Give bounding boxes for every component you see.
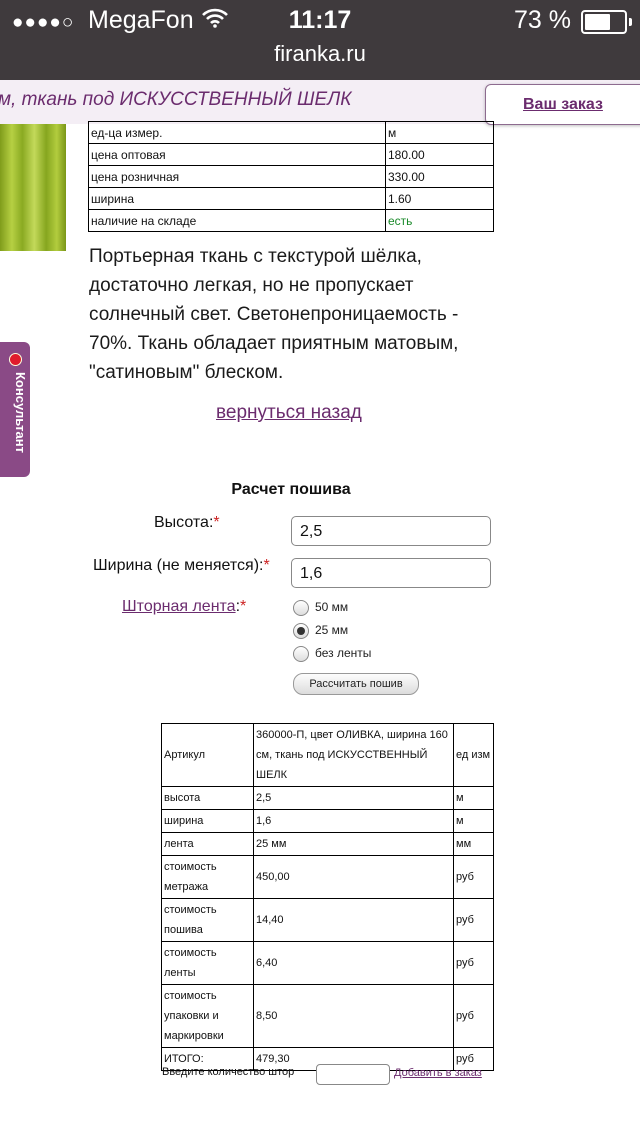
table-row: ед-ца измер. м [88,121,494,144]
row-value: 450,00 [253,855,454,899]
required-mark: * [240,598,247,615]
table-row: высота 2,5 м [161,786,494,810]
row-label: стоимость пошива [161,898,254,942]
header-cell: Артикул [161,723,254,787]
spec-value: 330.00 [385,165,494,188]
table-row: цена розничная 330.00 [88,165,494,188]
row-unit: м [453,809,494,833]
add-to-order-link[interactable]: Добавить в заказ [394,1067,482,1079]
height-input[interactable]: 2,5 [291,516,491,546]
consultant-label: Консультант [13,372,28,453]
battery-percent: 73 % [514,6,571,34]
tape-option-25[interactable]: 25 мм [293,623,348,639]
row-label: стоимость ленты [161,941,254,985]
tape-label: Шторная лента:* [122,598,247,615]
row-value: 25 мм [253,832,454,856]
spec-table: ед-ца измер. м цена оптовая 180.00 цена … [88,121,494,232]
required-mark: * [213,514,220,531]
table-row: цена оптовая 180.00 [88,143,494,166]
table-row: стоимость метража 450,00 руб [161,855,494,899]
tape-info-link[interactable]: Шторная лента [122,598,236,615]
table-row: лента 25 мм мм [161,832,494,856]
tape-option-50[interactable]: 50 мм [293,600,348,616]
calculator-title: Расчет пошива [231,481,351,498]
row-value: 8,50 [253,984,454,1048]
row-unit: руб [453,855,494,899]
row-label: стоимость упаковки и маркировки [161,984,254,1048]
battery-icon [581,10,632,34]
spec-key: ед-ца измер. [88,121,386,144]
row-value: 1,6 [253,809,454,833]
calculate-button[interactable]: Рассчитать пошив [293,673,419,695]
product-title: м, ткань под ИСКУССТВЕННЫЙ ШЕЛК [0,89,352,110]
width-input[interactable]: 1,6 [291,558,491,588]
table-row: ширина 1,6 м [161,809,494,833]
back-link[interactable]: вернуться назад [216,402,362,424]
address-bar-url[interactable]: firanka.ru [0,41,640,67]
row-unit: руб [453,941,494,985]
header-cell: 360000-П, цвет ОЛИВКА, ширина 160 см, тк… [253,723,454,787]
table-row: наличие на складе есть [88,209,494,232]
order-button[interactable]: Ваш заказ [485,84,640,125]
row-label: высота [161,786,254,810]
table-row: стоимость пошива 14,40 руб [161,898,494,942]
order-link[interactable]: Ваш заказ [523,96,603,114]
row-value: 6,40 [253,941,454,985]
row-unit: руб [453,984,494,1048]
online-status-icon [9,353,22,366]
radio-button[interactable] [293,646,309,662]
row-unit: м [453,786,494,810]
row-label: ширина [161,809,254,833]
spec-key: ширина [88,187,386,210]
required-mark: * [263,557,270,574]
header-cell: ед изм [453,723,494,787]
row-value: 14,40 [253,898,454,942]
spec-value: м [385,121,494,144]
consultant-tab[interactable]: Консультант [0,342,30,477]
radio-button[interactable] [293,600,309,616]
row-unit: руб [453,898,494,942]
row-value: 2,5 [253,786,454,810]
row-label: стоимость метража [161,855,254,899]
row-unit: мм [453,832,494,856]
quantity-label: Введите количество штор [162,1066,295,1078]
table-row: стоимость упаковки и маркировки 8,50 руб [161,984,494,1048]
spec-key: наличие на складе [88,209,386,232]
spec-value: 1.60 [385,187,494,210]
stock-status: есть [385,209,494,232]
spec-key: цена розничная [88,165,386,188]
web-page: м, ткань под ИСКУССТВЕННЫЙ ШЕЛК Ваш зака… [0,80,640,1136]
tape-option-none[interactable]: без ленты [293,646,371,662]
fabric-swatch-image [0,124,66,251]
width-label: Ширина (не меняется):* [93,557,270,574]
result-table: Артикул 360000-П, цвет ОЛИВКА, ширина 16… [161,723,494,1071]
spec-key: цена оптовая [88,143,386,166]
spec-value: 180.00 [385,143,494,166]
product-description: Портьерная ткань с текстурой шёлка, дост… [89,246,459,383]
table-row: ширина 1.60 [88,187,494,210]
radio-button-selected[interactable] [293,623,309,639]
table-header-row: Артикул 360000-П, цвет ОЛИВКА, ширина 16… [161,723,494,787]
quantity-input[interactable] [316,1064,390,1085]
ios-status-bar: ●●●●○ MegaFon 11:17 73 % firanka.ru [0,0,640,80]
row-label: лента [161,832,254,856]
height-label: Высота:* [154,514,220,531]
table-row: стоимость ленты 6,40 руб [161,941,494,985]
